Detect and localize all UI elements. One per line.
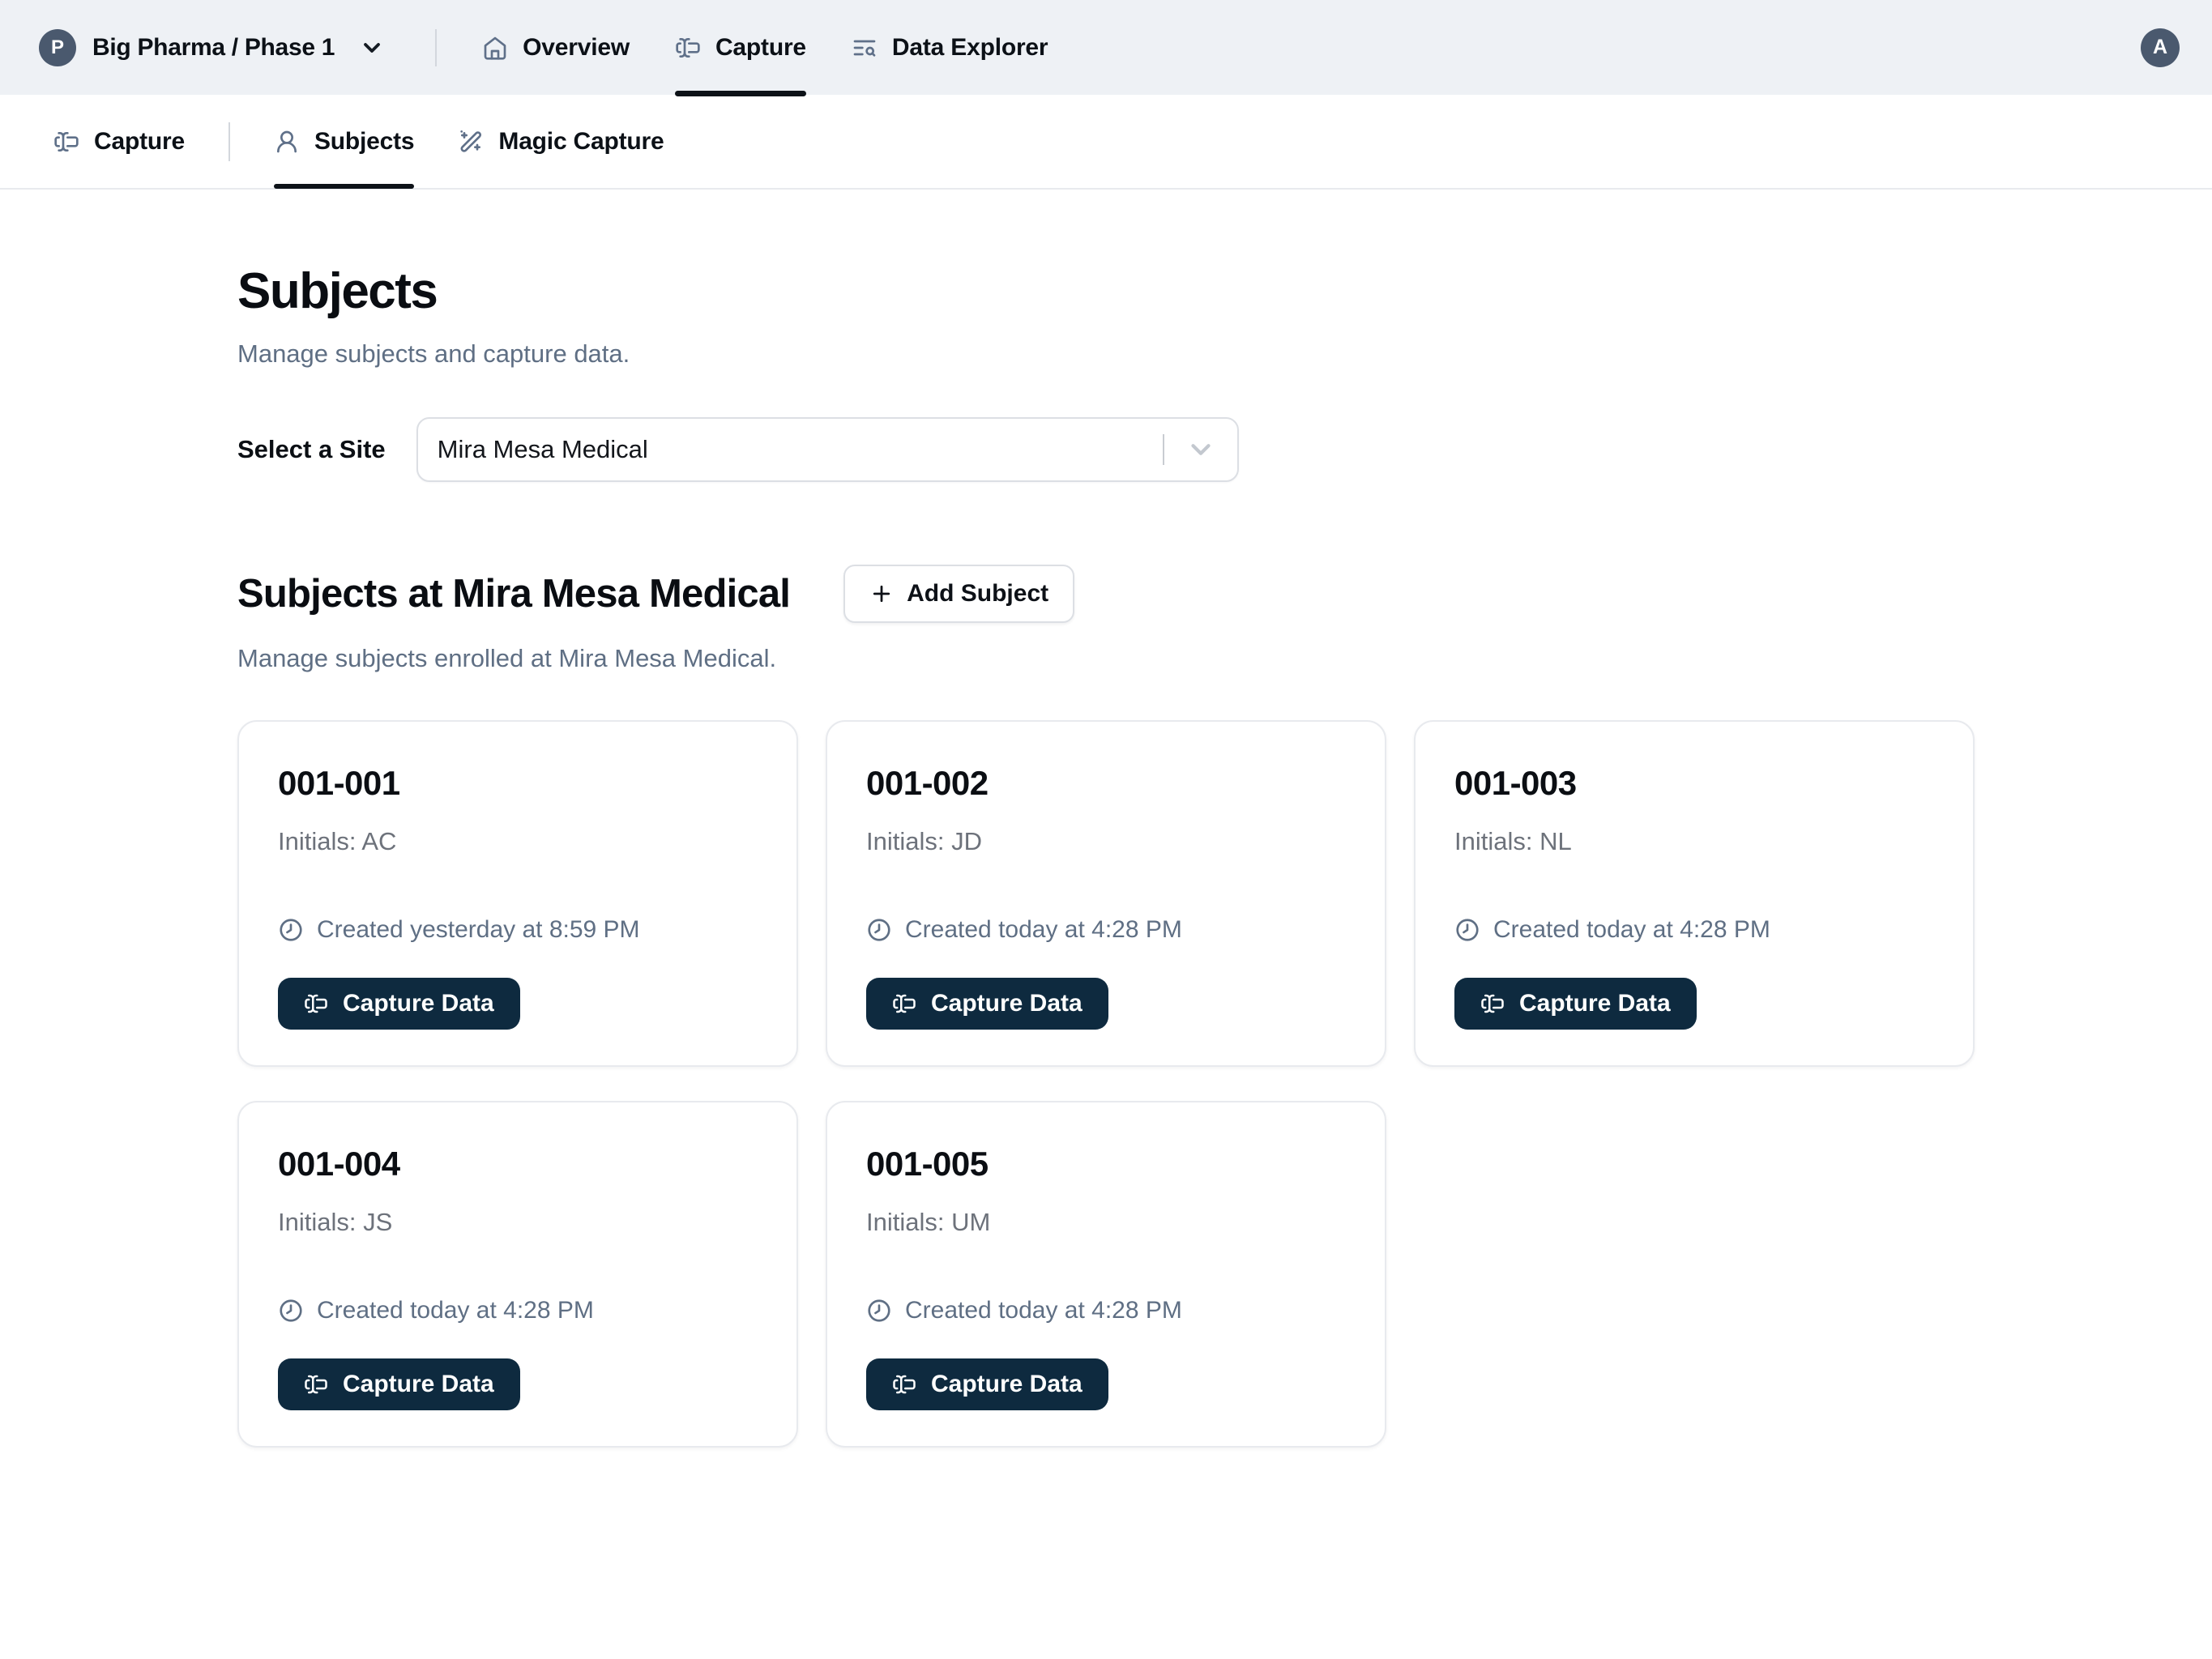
- main-content: Subjects Manage subjects and capture dat…: [0, 190, 2212, 1496]
- user-icon: [274, 129, 300, 155]
- subject-initials: Initials: NL: [1454, 827, 1934, 856]
- capture-icon: [675, 35, 701, 61]
- section-header-row: Subjects at Mira Mesa Medical Add Subjec…: [237, 565, 2212, 623]
- section-title: Subjects at Mira Mesa Medical: [237, 571, 790, 616]
- capture-icon: [1480, 992, 1505, 1016]
- add-subject-label: Add Subject: [907, 580, 1048, 608]
- magic-wand-icon: [458, 129, 484, 155]
- capture-data-label: Capture Data: [343, 990, 494, 1017]
- project-label: Big Pharma / Phase 1: [92, 34, 335, 62]
- subject-card: 001-004 Initials: JS Created today at 4:…: [237, 1101, 798, 1448]
- subject-created-text: Created today at 4:28 PM: [1493, 916, 1770, 944]
- subject-initials: Initials: AC: [278, 827, 758, 856]
- topnav-item-capture[interactable]: Capture: [675, 0, 806, 95]
- capture-data-label: Capture Data: [343, 1371, 494, 1398]
- capture-data-label: Capture Data: [931, 1371, 1083, 1398]
- subject-id: 001-003: [1454, 764, 1934, 803]
- subject-created-text: Created today at 4:28 PM: [905, 1297, 1182, 1324]
- site-select-value: Mira Mesa Medical: [438, 435, 648, 464]
- subject-id: 001-002: [866, 764, 1346, 803]
- subnav-label-subjects: Subjects: [314, 128, 414, 156]
- subject-created-row: Created today at 4:28 PM: [278, 1297, 758, 1324]
- subject-created-row: Created yesterday at 8:59 PM: [278, 916, 758, 944]
- project-switcher[interactable]: P Big Pharma / Phase 1: [39, 29, 385, 66]
- capture-icon: [892, 992, 916, 1016]
- subject-created-text: Created today at 4:28 PM: [905, 916, 1182, 944]
- subject-created-row: Created today at 4:28 PM: [1454, 916, 1934, 944]
- subject-initials: Initials: JS: [278, 1208, 758, 1237]
- subject-created-row: Created today at 4:28 PM: [866, 1297, 1346, 1324]
- topnav-label-data-explorer: Data Explorer: [892, 34, 1048, 62]
- topnav-label-overview: Overview: [523, 34, 630, 62]
- home-icon: [482, 35, 508, 61]
- subject-card: 001-005 Initials: UM Created today at 4:…: [826, 1101, 1386, 1448]
- subject-initials: Initials: JD: [866, 827, 1346, 856]
- page-subtitle: Manage subjects and capture data.: [237, 339, 2212, 369]
- topnav-item-data-explorer[interactable]: Data Explorer: [852, 0, 1048, 95]
- select-divider: [1163, 434, 1164, 465]
- top-nav: P Big Pharma / Phase 1 Overview Capture …: [0, 0, 2212, 95]
- section-subtitle: Manage subjects enrolled at Mira Mesa Me…: [237, 644, 2212, 673]
- subject-grid: 001-001 Initials: AC Created yesterday a…: [237, 720, 2212, 1496]
- site-select[interactable]: Mira Mesa Medical: [416, 417, 1239, 482]
- chevron-down-icon: [1185, 434, 1216, 465]
- subject-id: 001-004: [278, 1145, 758, 1183]
- site-select-row: Select a Site Mira Mesa Medical: [237, 417, 2212, 482]
- plus-icon: [869, 582, 894, 606]
- subject-card: 001-003 Initials: NL Created today at 4:…: [1414, 720, 1975, 1067]
- chevron-down-icon: [359, 35, 385, 61]
- capture-data-button[interactable]: Capture Data: [278, 1358, 520, 1410]
- clock-icon: [278, 1298, 304, 1324]
- user-avatar[interactable]: A: [2141, 28, 2180, 67]
- clock-icon: [866, 917, 892, 943]
- subnav-item-magic-capture[interactable]: Magic Capture: [458, 94, 664, 189]
- subject-created-text: Created today at 4:28 PM: [317, 1297, 594, 1324]
- capture-data-button[interactable]: Capture Data: [278, 978, 520, 1030]
- subject-created-text: Created yesterday at 8:59 PM: [317, 916, 640, 944]
- page-title: Subjects: [237, 262, 2212, 320]
- subject-id: 001-005: [866, 1145, 1346, 1183]
- add-subject-button[interactable]: Add Subject: [843, 565, 1074, 623]
- capture-data-button[interactable]: Capture Data: [866, 1358, 1108, 1410]
- subnav-item-capture[interactable]: Capture: [53, 94, 185, 189]
- subject-initials: Initials: UM: [866, 1208, 1346, 1237]
- project-avatar: P: [39, 29, 76, 66]
- clock-icon: [866, 1298, 892, 1324]
- capture-data-button[interactable]: Capture Data: [1454, 978, 1697, 1030]
- sub-nav: Capture Subjects Magic Capture: [0, 95, 2212, 190]
- subnav-item-subjects[interactable]: Subjects: [274, 94, 414, 189]
- topnav-item-overview[interactable]: Overview: [482, 0, 630, 95]
- nav-divider: [435, 29, 437, 66]
- subject-card: 001-002 Initials: JD Created today at 4:…: [826, 720, 1386, 1067]
- capture-icon: [892, 1372, 916, 1397]
- capture-data-label: Capture Data: [1519, 990, 1671, 1017]
- clock-icon: [1454, 917, 1480, 943]
- capture-icon: [53, 129, 79, 155]
- subject-created-row: Created today at 4:28 PM: [866, 916, 1346, 944]
- nav-divider: [228, 122, 230, 161]
- topnav-label-capture: Capture: [715, 34, 806, 62]
- capture-data-label: Capture Data: [931, 990, 1083, 1017]
- subnav-label-magic-capture: Magic Capture: [498, 128, 664, 156]
- subject-card: 001-001 Initials: AC Created yesterday a…: [237, 720, 798, 1067]
- capture-icon: [304, 1372, 328, 1397]
- site-select-label: Select a Site: [237, 435, 386, 464]
- list-search-icon: [852, 35, 878, 61]
- subnav-label-capture: Capture: [94, 128, 185, 156]
- capture-icon: [304, 992, 328, 1016]
- subject-id: 001-001: [278, 764, 758, 803]
- capture-data-button[interactable]: Capture Data: [866, 978, 1108, 1030]
- clock-icon: [278, 917, 304, 943]
